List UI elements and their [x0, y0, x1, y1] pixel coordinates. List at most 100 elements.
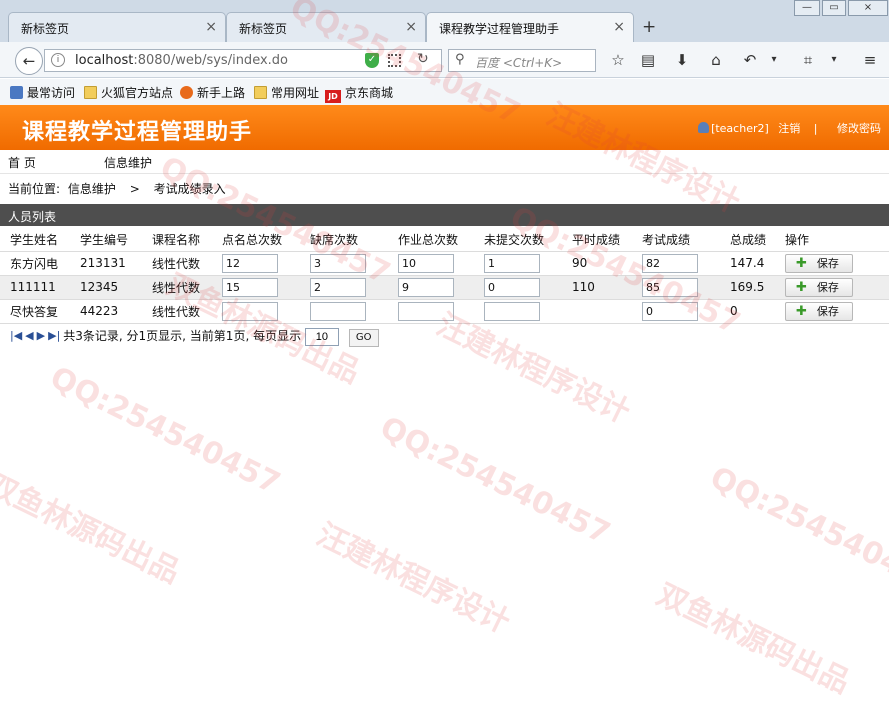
homework-total-input[interactable] — [398, 253, 454, 273]
column-header: 学生姓名 — [0, 228, 70, 252]
jd-logo-icon: JD — [325, 90, 341, 103]
maximize-icon[interactable]: ▭ — [822, 0, 846, 16]
bookmark-most-visited[interactable]: 最常访问 — [10, 84, 75, 101]
bookmark-firefox-site[interactable]: 火狐官方站点 — [84, 84, 173, 101]
student-id: 44223 — [70, 299, 142, 324]
watermark-qq: QQ:254540457 — [704, 460, 889, 602]
tab-new-1[interactable]: 新标签页 × — [8, 12, 226, 42]
window-close-icon[interactable]: × — [848, 0, 888, 16]
minimize-icon[interactable]: — — [794, 0, 820, 16]
next-page-icon[interactable]: ▶ — [37, 329, 45, 342]
column-header: 总成绩 — [720, 228, 775, 252]
new-tab-plus-icon[interactable]: + — [642, 17, 656, 37]
table-row: 111111 12345 线性代数 110 169.5 ✚保存 — [0, 275, 889, 300]
score-table: 学生姓名 学生编号 课程名称 点名总次数 缺席次数 作业总次数 未提交次数 平时… — [0, 228, 889, 324]
course-name: 线性代数 — [142, 299, 212, 324]
search-placeholder: 百度 <Ctrl+K> — [475, 56, 563, 70]
unsubmitted-input[interactable] — [484, 253, 540, 273]
undo-icon[interactable]: ↶ — [738, 48, 762, 72]
exam-score-input[interactable] — [642, 253, 698, 273]
unsubmitted-input[interactable] — [484, 277, 540, 297]
browser-window: 新标签页 × 新标签页 × 课程教学过程管理助手 × + — ▭ × ← i l… — [0, 0, 889, 701]
close-icon[interactable]: × — [205, 19, 217, 35]
bookmark-jd-mall[interactable]: JD 京东商城 — [325, 84, 393, 103]
student-id: 213131 — [70, 251, 142, 276]
first-page-icon[interactable]: |◀ — [10, 329, 22, 342]
column-header: 平时成绩 — [562, 228, 632, 252]
back-arrow-icon[interactable]: ← — [15, 47, 43, 75]
folder-icon — [254, 86, 267, 99]
crop-icon[interactable]: ⌗ — [796, 48, 820, 72]
pager-summary: 共3条记录, 分1页显示, 当前第1页, 每页显示 — [63, 329, 302, 343]
prev-page-icon[interactable]: ◀ — [25, 329, 33, 342]
pager: |◀◀ ▶▶|共3条记录, 分1页显示, 当前第1页, 每页显示 GO — [10, 327, 379, 347]
go-button[interactable]: GO — [348, 329, 379, 347]
bookmark-getting-started[interactable]: 新手上路 — [180, 84, 245, 101]
chevron-down-icon[interactable]: ▾ — [822, 48, 846, 72]
tab-course-helper[interactable]: 课程教学过程管理助手 × — [426, 12, 634, 42]
total-score: 169.5 — [720, 275, 775, 300]
watermark-text: 汪建林程序设计 — [311, 517, 516, 641]
roll-call-input[interactable] — [222, 301, 278, 321]
bookmarks-bar: 最常访问 火狐官方站点 新手上路 常用网址 JD 京东商城 — [0, 79, 889, 105]
page-size-input[interactable] — [304, 328, 339, 346]
watermark-text: 双鱼林源码出品 — [651, 577, 856, 701]
column-header: 学生编号 — [70, 228, 142, 252]
tab-title: 新标签页 — [21, 22, 70, 36]
homework-total-input[interactable] — [398, 277, 454, 297]
close-icon[interactable]: × — [405, 19, 417, 35]
shield-icon[interactable]: ✓ — [365, 53, 379, 68]
user-icon — [698, 122, 710, 133]
exam-score-input[interactable] — [642, 301, 698, 321]
homework-total-input[interactable] — [398, 301, 454, 321]
save-button[interactable]: ✚ 保存 — [785, 301, 853, 321]
close-icon[interactable]: × — [613, 19, 625, 35]
table-row: 尽快答复 44223 线性代数 0 ✚保存 — [0, 299, 889, 324]
bookmark-common-sites[interactable]: 常用网址 — [254, 84, 319, 101]
unsubmitted-input[interactable] — [484, 301, 540, 321]
watermark-qq: QQ:254540457 — [44, 360, 286, 502]
exam-score-input[interactable] — [642, 277, 698, 297]
menu-home[interactable]: 首 页 — [8, 154, 36, 171]
hamburger-menu-icon[interactable]: ≡ — [858, 48, 882, 72]
chevron-down-icon[interactable]: ▾ — [762, 48, 786, 72]
search-box[interactable]: ⚲ 百度 <Ctrl+K> — [448, 49, 596, 72]
firefox-icon — [180, 86, 193, 99]
menu-info-maintenance[interactable]: 信息维护 — [104, 154, 152, 171]
app-title: 课程教学过程管理助手 — [22, 120, 253, 145]
logout-link[interactable]: 注销 — [778, 122, 800, 135]
change-password-link[interactable]: 修改密码 — [837, 122, 881, 135]
usual-score — [562, 299, 632, 324]
plus-icon: ✚ — [796, 255, 807, 271]
column-header: 操作 — [775, 228, 889, 252]
reload-icon[interactable]: ↻ — [417, 51, 429, 67]
column-header: 考试成绩 — [632, 228, 720, 252]
download-icon[interactable]: ⬇ — [670, 48, 694, 72]
qr-code-icon[interactable] — [388, 54, 401, 67]
roll-call-input[interactable] — [222, 253, 278, 273]
absence-input[interactable] — [310, 277, 366, 297]
user-area: [teacher2] 注销 | 修改密码 — [692, 120, 881, 136]
watermark-qq: QQ:254540457 — [374, 410, 616, 552]
roll-call-input[interactable] — [222, 277, 278, 297]
tab-new-2[interactable]: 新标签页 × — [226, 12, 426, 42]
bookmark-star-icon[interactable]: ☆ — [606, 48, 630, 72]
address-bar[interactable]: i localhost:8080/web/sys/index.do ✓ ↻ — [44, 49, 442, 72]
breadcrumb-separator: > — [129, 182, 140, 196]
username: [teacher2] — [711, 122, 769, 135]
absence-input[interactable] — [310, 253, 366, 273]
reading-list-icon[interactable]: ▤ — [636, 48, 660, 72]
save-button[interactable]: ✚ 保存 — [785, 253, 853, 273]
breadcrumb: 当前位置: 信息维护 > 考试成绩录入 — [8, 180, 226, 197]
table-row: 东方闪电 213131 线性代数 90 147.4 ✚保存 — [0, 251, 889, 276]
info-icon[interactable]: i — [51, 53, 65, 67]
last-page-icon[interactable]: ▶| — [48, 329, 60, 342]
absence-input[interactable] — [310, 301, 366, 321]
total-score: 0 — [720, 299, 775, 324]
save-button[interactable]: ✚ 保存 — [785, 277, 853, 297]
divider: | — [813, 122, 818, 135]
url-text: localhost:8080/web/sys/index.do — [75, 53, 288, 68]
navigation-toolbar: ← i localhost:8080/web/sys/index.do ✓ ↻ … — [0, 42, 889, 78]
home-icon[interactable]: ⌂ — [704, 48, 728, 72]
tab-title: 课程教学过程管理助手 — [439, 22, 560, 36]
